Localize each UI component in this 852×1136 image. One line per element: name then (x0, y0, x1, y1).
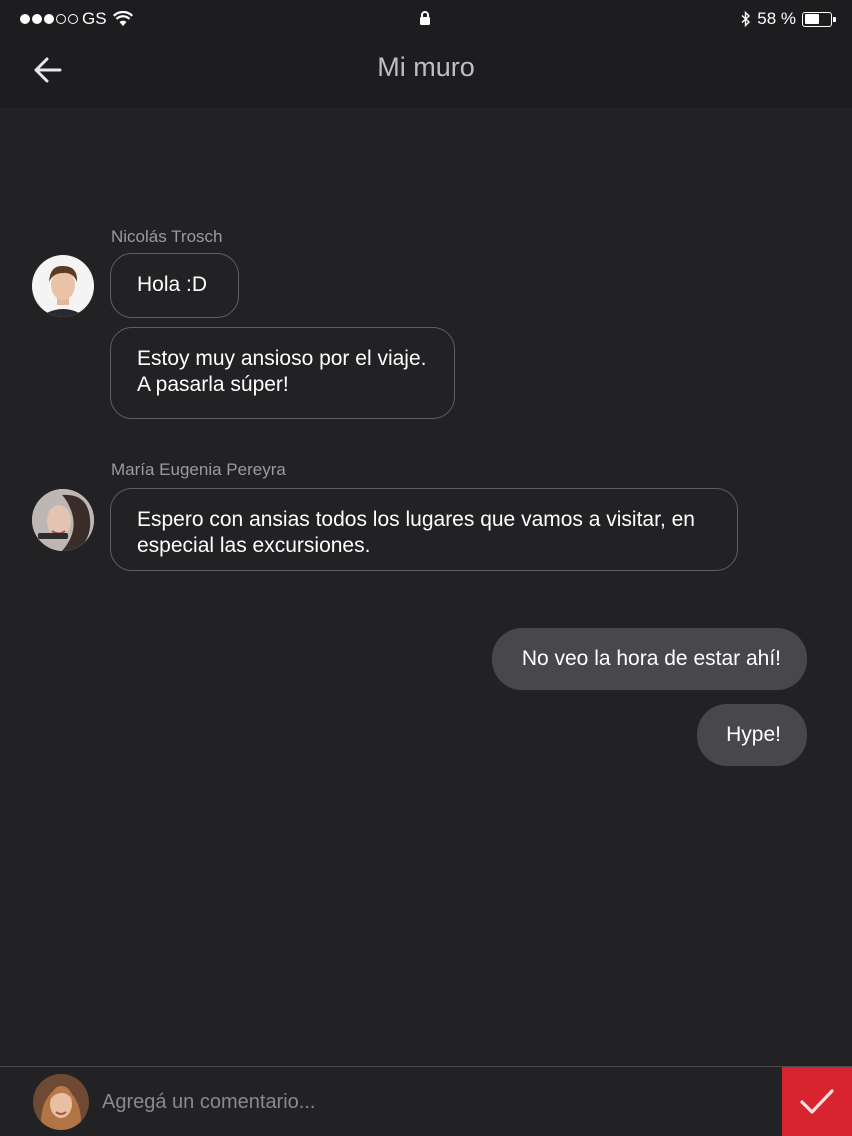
comment-input[interactable] (102, 1081, 772, 1123)
sender-name: María Eugenia Pereyra (111, 460, 286, 479)
message-bubble: Hola :D (110, 253, 239, 318)
battery-icon (802, 11, 836, 27)
message-bubble: Estoy muy ansioso por el viaje. A pasarl… (110, 327, 455, 419)
own-message-bubble: No veo la hora de estar ahí! (492, 628, 807, 690)
page-title: Mi muro (377, 52, 475, 82)
comment-composer (0, 1066, 852, 1136)
carrier-name: GS (82, 9, 107, 28)
lock-icon (418, 10, 432, 31)
send-button[interactable] (782, 1067, 852, 1136)
chat-screen: GS 58 % Mi muro Nicolás Trosch Hola:D E… (0, 0, 852, 1136)
bluetooth-icon (741, 11, 751, 27)
user-avatar[interactable] (33, 1074, 89, 1130)
battery-percentage: 58 % (757, 9, 796, 28)
avatar[interactable] (32, 255, 94, 317)
status-right: 58 % (741, 9, 836, 29)
status-bar: GS 58 % (0, 0, 852, 38)
sender-name: Nicolás Trosch (111, 227, 223, 246)
avatar[interactable] (32, 489, 94, 551)
signal-strength-icon (20, 14, 78, 24)
status-left: GS (20, 9, 133, 29)
checkmark-icon (800, 1089, 834, 1114)
wifi-icon (112, 11, 133, 26)
message-bubble: Espero con ansias todos los lugares que … (110, 488, 738, 571)
nav-bar: Mi muro (0, 38, 852, 108)
own-message-bubble: Hype! (697, 704, 807, 766)
